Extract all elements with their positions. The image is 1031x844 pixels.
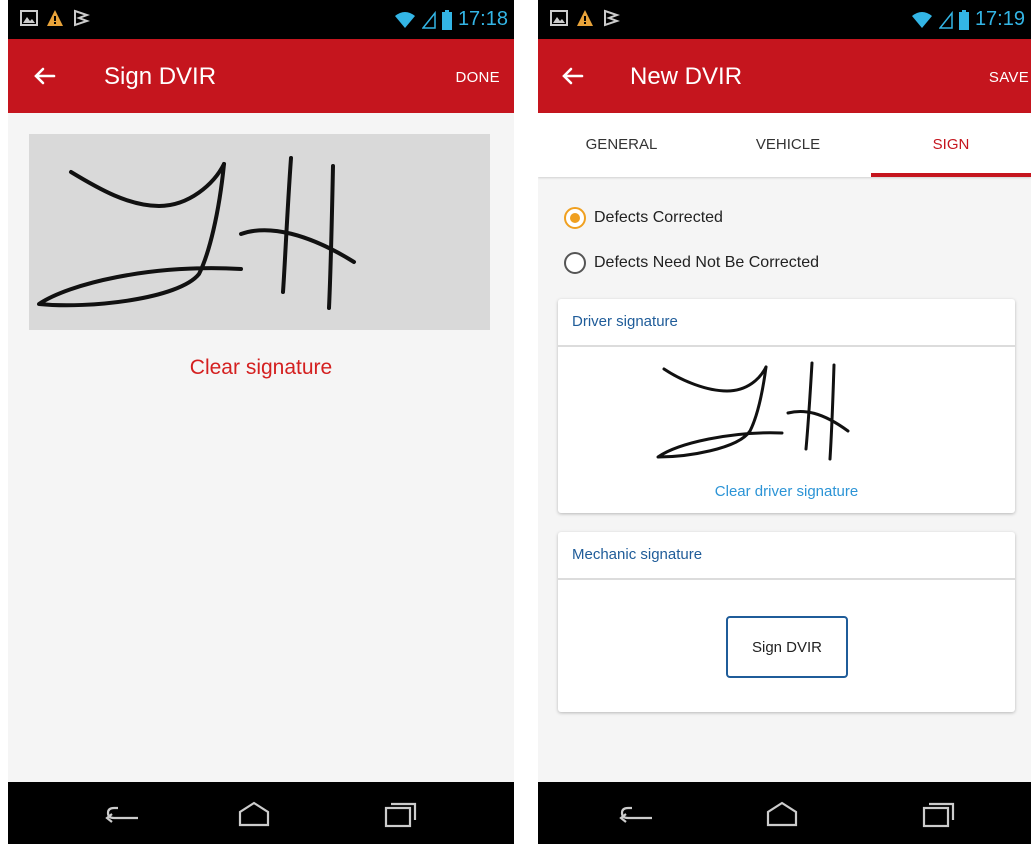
tab-sign[interactable]: SIGN <box>871 113 1031 177</box>
mechanic-signature-header: Mechanic signature <box>558 532 1015 580</box>
app-bar: Sign DVIR DONE <box>8 39 514 113</box>
nav-home-icon[interactable] <box>762 800 802 828</box>
system-nav-bar <box>538 782 1031 844</box>
warning-icon <box>47 10 63 26</box>
radio-defects-corrected[interactable]: Defects Corrected <box>564 207 723 229</box>
radio-label: Defects Need Not Be Corrected <box>594 254 819 271</box>
driver-signature-drawing <box>656 361 850 461</box>
signal-icon <box>421 10 436 29</box>
app-bar: New DVIR SAVE <box>538 39 1031 113</box>
gallery-icon <box>550 10 568 26</box>
radio-checked-icon <box>564 207 586 229</box>
nav-recents-icon[interactable] <box>380 800 420 828</box>
nav-recents-icon[interactable] <box>918 800 958 828</box>
radio-label: Defects Corrected <box>594 209 723 226</box>
new-dvir-screen: 17:19 New DVIR SAVE GENERAL VEHICLE SIGN… <box>538 0 1031 844</box>
driver-signature-header: Driver signature <box>558 299 1015 347</box>
sign-dvir-button[interactable]: Sign DVIR <box>726 616 848 678</box>
nav-home-icon[interactable] <box>234 800 274 828</box>
tab-vehicle[interactable]: VEHICLE <box>705 113 871 177</box>
tab-general[interactable]: GENERAL <box>538 113 705 177</box>
status-bar: 17:18 <box>8 0 514 39</box>
clear-driver-signature-link[interactable]: Clear driver signature <box>558 483 1015 500</box>
sign-dvir-screen: 17:18 Sign DVIR DONE Clear signature <box>8 0 514 844</box>
signature-pad[interactable] <box>29 134 490 330</box>
tab-bar: GENERAL VEHICLE SIGN <box>538 113 1031 177</box>
gallery-icon <box>20 10 38 26</box>
battery-icon <box>441 9 452 30</box>
status-time: 17:19 <box>974 8 1025 30</box>
page-title: Sign DVIR <box>104 63 217 90</box>
nav-back-icon[interactable] <box>618 800 658 828</box>
battery-icon <box>958 9 969 30</box>
driver-signature-card: Driver signature Clear driver signature <box>558 299 1015 513</box>
status-time: 17:18 <box>457 8 508 30</box>
mechanic-signature-card: Mechanic signature Sign DVIR <box>558 532 1015 712</box>
warning-icon <box>577 10 593 26</box>
system-nav-bar <box>8 782 514 844</box>
clear-signature-link[interactable]: Clear signature <box>8 356 514 380</box>
flag-icon <box>604 9 620 27</box>
back-arrow-icon[interactable] <box>556 60 588 92</box>
wifi-icon <box>911 11 932 28</box>
nav-back-icon[interactable] <box>104 800 144 828</box>
status-bar: 17:19 <box>538 0 1031 39</box>
radio-unchecked-icon <box>564 252 586 274</box>
signal-icon <box>938 10 953 29</box>
radio-defects-need-not-be-corrected[interactable]: Defects Need Not Be Corrected <box>564 252 819 274</box>
back-arrow-icon[interactable] <box>28 60 60 92</box>
save-button[interactable]: SAVE <box>989 69 1029 86</box>
signature-drawing <box>37 156 356 310</box>
wifi-icon <box>394 11 415 28</box>
page-title: New DVIR <box>630 63 743 90</box>
done-button[interactable]: DONE <box>455 69 500 86</box>
active-tab-indicator <box>871 173 1031 177</box>
flag-icon <box>74 9 90 27</box>
